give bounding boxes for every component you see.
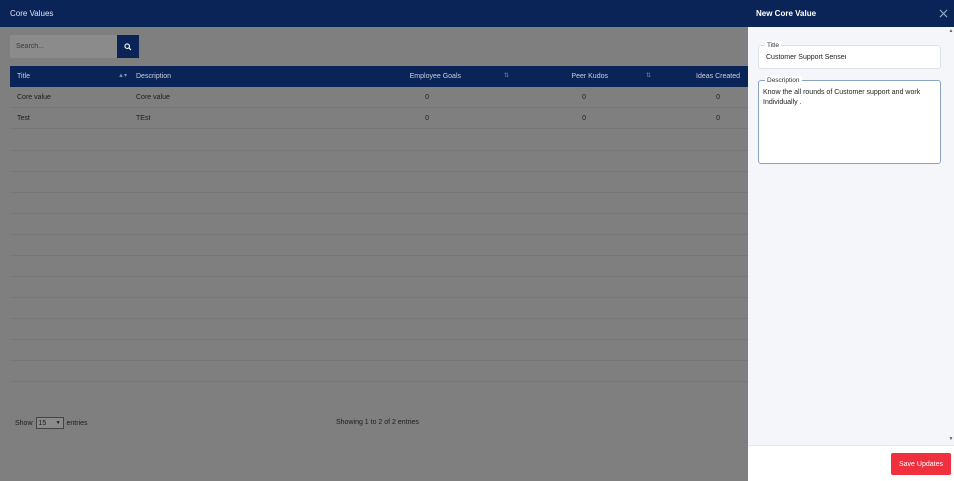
core-values-table: Title ▲▾ Description Employee Goals ⇅ Pe… [10,66,748,129]
cell-title: Core value [17,93,51,101]
panel-header: New Core Value [748,0,954,27]
chevron-down-icon: ▼ [55,420,61,426]
column-header-ideas-created[interactable]: Ideas Created [651,66,748,87]
show-label: Show [15,419,33,427]
description-field: Description Know the all rounds of Custo… [758,76,941,164]
table-header: Title ▲▾ Description Employee Goals ⇅ Pe… [10,66,748,87]
entries-label: entries [66,419,88,427]
new-core-value-panel: New Core Value ▲ Title Description Know … [748,0,954,481]
search-input[interactable] [10,35,117,58]
column-header-peer-kudos[interactable]: Peer Kudos ⇅ [509,66,651,87]
column-header-title[interactable]: Title ▲▾ [10,66,129,87]
scroll-up-arrow-icon[interactable]: ▲ [948,28,954,34]
description-label: Description [765,76,802,85]
close-icon[interactable] [938,9,948,19]
cell-employee-goals: 0 [425,93,429,101]
column-header-description[interactable]: Description [129,66,329,87]
table-empty-rows [10,130,748,382]
search-bar [10,35,139,58]
title-label: Title [765,41,782,50]
table-info: Showing 1 to 2 of 2 entries [336,419,419,426]
cell-employee-goals: 0 [425,114,429,122]
page-size-value: 15 [38,419,47,427]
cell-peer-kudos: 0 [582,114,586,122]
panel-title: New Core Value [756,9,817,18]
description-textarea[interactable]: Know the all rounds of Customer support … [763,88,938,160]
column-header-employee-goals[interactable]: Employee Goals ⇅ [329,66,509,87]
search-button[interactable] [117,35,139,58]
page-size-control: Show 15 ▼ entries [15,417,88,429]
scroll-down-arrow-icon[interactable]: ▼ [948,436,954,442]
core-values-page: Core Values Title ▲▾ Description Employe… [0,0,748,481]
cell-peer-kudos: 0 [582,93,586,101]
table-row[interactable]: Test TEst 0 0 0 [10,108,748,129]
search-icon [124,42,132,50]
sort-icon: ▲▾ [118,73,127,79]
page-size-select[interactable]: 15 ▼ [35,417,64,429]
cell-description: TEst [136,114,151,122]
panel-footer: Save Updates [748,445,954,481]
page-title: Core Values [0,0,748,27]
table-body: Core value Core value 0 0 0 Test TEst 0 … [10,87,748,129]
cell-title: Test [17,114,30,122]
cell-description: Core value [136,93,170,101]
cell-ideas-created: 0 [716,93,720,101]
cell-ideas-created: 0 [716,114,720,122]
table-row[interactable]: Core value Core value 0 0 0 [10,87,748,108]
save-updates-button[interactable]: Save Updates [891,453,951,475]
title-field: Title [758,41,941,69]
title-input[interactable] [766,54,934,61]
